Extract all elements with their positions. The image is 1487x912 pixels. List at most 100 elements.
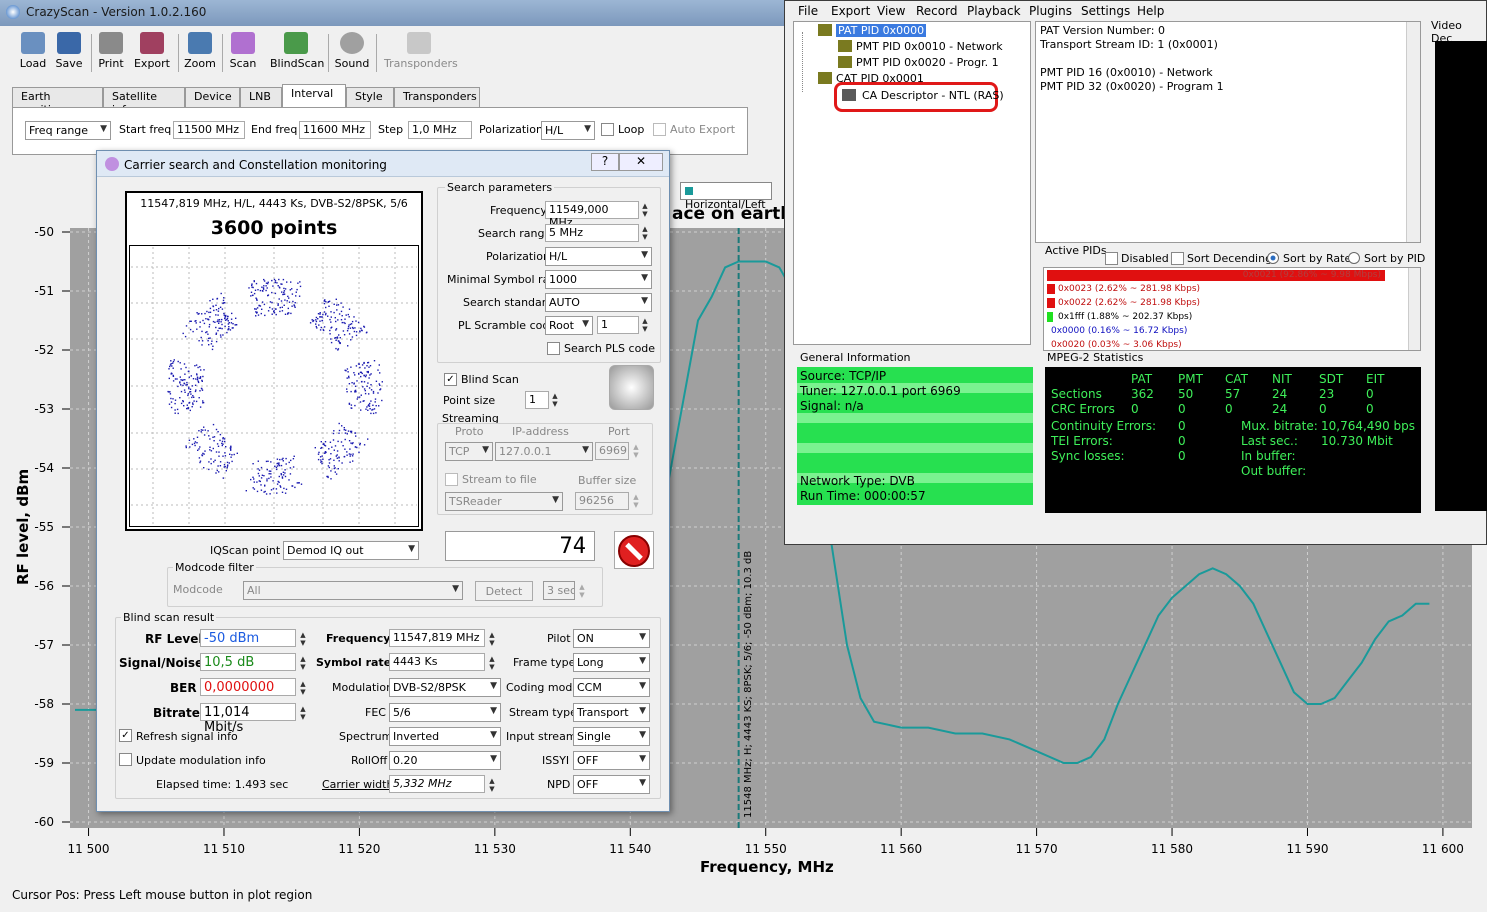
constellation-point	[277, 303, 279, 305]
ip-select[interactable]: 127.0.0.1 ▼	[495, 442, 593, 461]
sort-rate-radio[interactable]	[1267, 252, 1279, 264]
iq-scan-select[interactable]: Demod IQ out ▼	[283, 541, 419, 560]
pid-row[interactable]: 0x0022 (2.62% ~ 281.98 Kbps)	[1058, 298, 1200, 308]
constellation-point	[222, 443, 224, 445]
search-frequency-field[interactable]: 11549,000 MHz	[545, 201, 639, 229]
stat-cell: 0	[1366, 402, 1374, 416]
pids-scrollbar[interactable]	[1408, 268, 1420, 350]
constellation-point	[367, 409, 369, 411]
detect-button[interactable]: Detect	[475, 581, 533, 601]
constellation-point	[273, 310, 275, 313]
modcode-select[interactable]: All ▼	[243, 581, 463, 600]
tree-ca-descriptor[interactable]: CA Descriptor - NTL (RAS)	[862, 89, 1004, 102]
blind-scan-checkbox[interactable]: ✓	[444, 373, 457, 386]
constellation-point	[359, 442, 361, 445]
sort-pid-radio[interactable]	[1348, 252, 1360, 264]
menu-view[interactable]: View	[877, 4, 905, 18]
pl-scramble-spinner[interactable]: ▲ ▼	[639, 317, 651, 333]
detect-time-spinner[interactable]: ▲ ▼	[576, 583, 588, 599]
spectrum-select[interactable]: Inverted ▼	[389, 727, 501, 746]
constellation-point	[272, 488, 275, 490]
menu-settings[interactable]: Settings	[1081, 4, 1130, 18]
tree-pmt-network[interactable]: PMT PID 0x0010 - Network	[856, 40, 1003, 53]
constellation-point	[346, 451, 348, 453]
constellation-point	[348, 333, 351, 335]
detect-time-select[interactable]: 3 sec	[543, 581, 575, 600]
constellation-point	[316, 327, 318, 329]
search-standard-select[interactable]: AUTO ▼	[545, 293, 652, 312]
min-symbol-rate-select[interactable]: 1000 ▼	[545, 270, 652, 289]
pid-row[interactable]: 0x0021 (92.86% ~ 9.98 Mbps)	[1047, 270, 1385, 281]
pid-row[interactable]: 0x0000 (0.16% ~ 16.72 Kbps)	[1051, 326, 1187, 336]
constellation-point	[195, 378, 197, 380]
port-spinner[interactable]: ▲ ▼	[630, 443, 642, 459]
constellation-point	[290, 312, 292, 315]
ber-label: BER	[170, 681, 197, 695]
disabled-checkbox[interactable]	[1105, 252, 1118, 265]
search-range-spinner[interactable]: ▲ ▼	[639, 225, 651, 241]
buffer-spinner[interactable]: ▲ ▼	[630, 493, 642, 509]
constellation-point	[286, 281, 288, 283]
reader-select[interactable]: TSReader ▼	[445, 492, 563, 511]
pilot-select[interactable]: ON ▼	[573, 629, 650, 648]
tree-pat[interactable]: PAT PID 0x0000	[836, 24, 927, 37]
refresh-signal-checkbox[interactable]: ✓	[119, 729, 132, 742]
symbol-rate-value: 4443 Ks	[389, 653, 485, 671]
constellation-point	[341, 315, 343, 317]
stream-to-file-checkbox[interactable]	[445, 473, 458, 486]
constellation-point	[269, 493, 271, 495]
constellation-point	[194, 384, 197, 386]
menu-playback[interactable]: Playback	[967, 4, 1021, 18]
menu-plugins[interactable]: Plugins	[1029, 4, 1072, 18]
search-range-field[interactable]: 5 MHz	[545, 224, 639, 242]
frame-type-select[interactable]: Long ▼	[573, 653, 650, 672]
menu-help[interactable]: Help	[1137, 4, 1164, 18]
blindscan-globe-button[interactable]	[609, 365, 654, 410]
modulation-select[interactable]: DVB-S2/8PSK ▼	[389, 678, 501, 697]
point-size-spinner[interactable]: ▲ ▼	[549, 392, 561, 408]
issyi-select[interactable]: OFF ▼	[573, 751, 650, 770]
tree-pmt-program[interactable]: PMT PID 0x0020 - Progr. 1	[856, 56, 999, 69]
npd-select[interactable]: OFF ▼	[573, 775, 650, 794]
constellation-point	[211, 340, 213, 342]
pid-row[interactable]: 0x1fff (1.88% ~ 202.37 Kbps)	[1058, 312, 1192, 322]
constellation-point	[254, 289, 257, 291]
frequency-spinner[interactable]: ▲ ▼	[639, 202, 651, 218]
pid-row[interactable]: 0x0020 (0.03% ~ 3.06 Kbps)	[1051, 340, 1182, 350]
constellation-point	[370, 384, 372, 386]
pl-scramble-mode-select[interactable]: Root ▼	[545, 316, 593, 335]
help-button[interactable]: ?	[591, 153, 619, 171]
pl-scramble-value-field[interactable]: 1	[597, 316, 639, 334]
stop-button[interactable]	[614, 531, 654, 569]
menu-record[interactable]: Record	[916, 4, 957, 18]
constellation-point	[296, 482, 298, 484]
fec-select[interactable]: 5/6 ▼	[389, 703, 501, 722]
port-field[interactable]: 6969	[595, 442, 629, 460]
menu-file[interactable]: File	[798, 4, 818, 18]
constellation-point	[322, 443, 324, 445]
update-modulation-label: Update modulation info	[136, 754, 266, 767]
sort-desc-checkbox[interactable]	[1171, 252, 1184, 265]
constellation-point	[342, 306, 344, 308]
constellation-point	[349, 448, 351, 450]
point-size-field[interactable]: 1	[525, 391, 549, 409]
constellation-point	[251, 283, 253, 285]
close-button[interactable]: ✕	[619, 153, 663, 171]
constellation-point	[204, 450, 206, 452]
rolloff-select[interactable]: 0.20 ▼	[389, 751, 501, 770]
menu-export[interactable]: Export	[831, 4, 870, 18]
search-pls-checkbox[interactable]	[547, 342, 560, 355]
pid-row[interactable]: 0x0023 (2.62% ~ 281.98 Kbps)	[1058, 284, 1200, 294]
constellation-point	[210, 343, 213, 345]
proto-select[interactable]: TCP ▼	[445, 442, 493, 461]
buffer-size-field[interactable]: 96256	[575, 492, 629, 510]
stream-type-select[interactable]: Transport ▼	[573, 703, 650, 722]
constellation-point	[202, 429, 204, 431]
dlg-polarization-select[interactable]: H/L ▼	[545, 247, 652, 266]
coding-mode-select[interactable]: CCM ▼	[573, 678, 650, 697]
update-modulation-checkbox[interactable]	[119, 753, 132, 766]
constellation-point	[203, 426, 205, 428]
input-stream-select[interactable]: Single ▼	[573, 727, 650, 746]
carrier-width-link[interactable]: Carrier width	[322, 778, 393, 791]
info-scrollbar[interactable]	[1406, 22, 1420, 242]
